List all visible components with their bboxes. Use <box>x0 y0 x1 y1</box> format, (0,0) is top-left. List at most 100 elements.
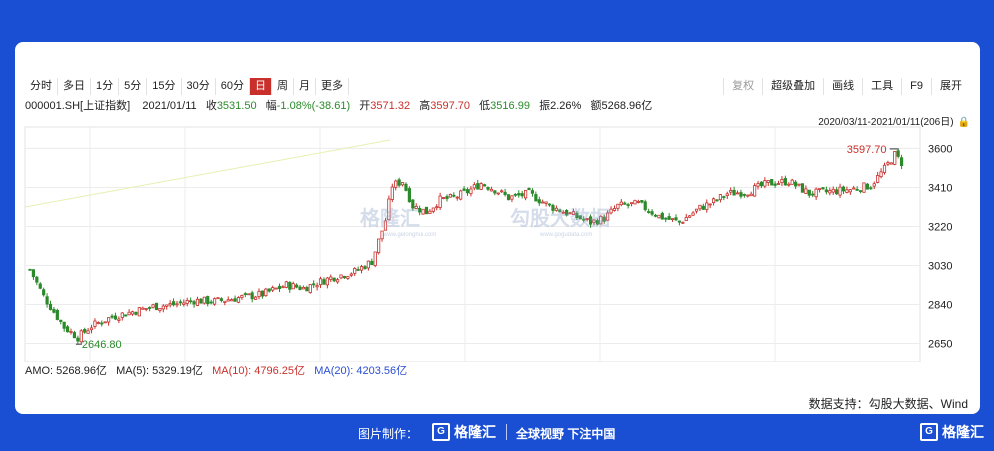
candle-body <box>72 332 77 339</box>
candle-body <box>233 298 237 302</box>
candle-body <box>845 189 849 193</box>
candle-body <box>876 175 880 183</box>
candle-body <box>274 287 278 290</box>
candle-body <box>609 208 613 214</box>
candle-body <box>629 202 634 205</box>
candle-body <box>677 220 682 223</box>
candle-body <box>688 215 692 218</box>
candle-body <box>230 299 234 302</box>
candle-body <box>377 238 381 254</box>
candle-body <box>831 188 835 193</box>
candle-body <box>441 197 446 199</box>
candle-body <box>247 293 251 296</box>
footer-divider <box>506 424 507 440</box>
candle-body <box>459 190 463 200</box>
candle-body <box>189 300 193 303</box>
candle-body <box>240 295 244 298</box>
candle-body <box>192 301 196 305</box>
candle-body <box>763 180 767 187</box>
candle-body <box>828 190 832 194</box>
y-tick-label-3: 3030 <box>928 260 952 272</box>
candle-body <box>520 193 524 197</box>
ma20-value: MA(20): 4203.56亿 <box>314 365 408 377</box>
logo-mark-icon: G <box>432 423 450 441</box>
candle-body <box>86 330 90 334</box>
candle-body <box>260 290 265 297</box>
candle-body <box>681 221 685 224</box>
candle-body <box>766 180 770 183</box>
candle-body <box>154 302 159 311</box>
ma5-value: MA(5): 5329.19亿 <box>116 365 203 377</box>
candle-body <box>271 287 275 291</box>
candle-body <box>291 283 295 290</box>
candle-body <box>882 164 887 173</box>
candle-body <box>185 300 189 304</box>
candle-body <box>236 297 241 303</box>
candle-body <box>670 218 675 220</box>
plot-frame <box>24 126 921 362</box>
candle-body <box>814 188 818 198</box>
candle-body <box>636 201 640 203</box>
candle-body <box>100 322 104 325</box>
candle-body <box>284 281 288 288</box>
candle-body <box>510 195 514 200</box>
candle-body <box>257 290 261 298</box>
candle-body <box>869 187 873 190</box>
candle-body <box>373 251 377 266</box>
candle-body <box>356 269 360 271</box>
candle-body <box>506 194 511 201</box>
candle-body <box>199 298 203 304</box>
candle-body <box>370 260 374 266</box>
watermark-data: 勾股大数据 <box>510 208 610 230</box>
candle-body <box>889 162 893 165</box>
candle-body <box>729 189 733 193</box>
candle-body <box>69 330 73 333</box>
candlestick-chart[interactable]: 3600 3410 3220 3030 2840 2650 3597.70 2646.80 <box>15 42 980 362</box>
candle-body <box>835 189 839 195</box>
candle-body <box>612 208 617 211</box>
candle-body <box>107 317 111 323</box>
candle-body <box>171 301 176 306</box>
candle-body <box>739 192 743 197</box>
candle-body <box>35 276 39 283</box>
candle-body <box>151 304 155 308</box>
candle-body <box>701 205 705 210</box>
candle-body <box>462 188 466 191</box>
candle-body <box>219 298 224 301</box>
candle-body <box>400 182 405 186</box>
candle-body <box>144 308 148 310</box>
candle-body <box>452 194 456 197</box>
candle-body <box>226 299 230 302</box>
candle-body <box>742 193 746 196</box>
candle-body <box>281 286 285 289</box>
candle-body <box>277 285 282 290</box>
candle-body <box>431 207 435 212</box>
candle-body <box>465 189 470 194</box>
candle-body <box>886 162 890 165</box>
watermark-brand: 格隆汇 <box>360 208 420 230</box>
candle-body <box>325 277 329 286</box>
candle-body <box>749 193 753 197</box>
candle-body <box>52 309 56 313</box>
candle-body <box>735 192 740 195</box>
candle-body <box>137 307 141 317</box>
candle-body <box>359 266 364 271</box>
indicator-bar: AMO: 5268.96亿 MA(5): 5329.19亿 MA(10): 47… <box>25 362 407 378</box>
y-tick-label-1: 3410 <box>928 182 952 194</box>
candle-body <box>482 184 487 187</box>
candle-body <box>472 184 476 189</box>
candle-body <box>800 183 805 193</box>
candle-body <box>776 183 781 185</box>
candle-body <box>811 193 815 196</box>
footer-slogan: 全球视野 下注中国 <box>516 427 616 441</box>
footer-logo-text: 格隆汇 <box>454 424 496 440</box>
candle-body <box>134 311 138 315</box>
candle-body <box>253 296 258 300</box>
candle-body <box>858 190 863 193</box>
candle-body <box>787 183 791 186</box>
candle-body <box>83 329 87 333</box>
candle-body <box>363 266 367 270</box>
data-source: 数据支持：勾股大数据、Wind <box>808 397 968 411</box>
candle-body <box>797 183 801 186</box>
candle-body <box>349 273 353 276</box>
